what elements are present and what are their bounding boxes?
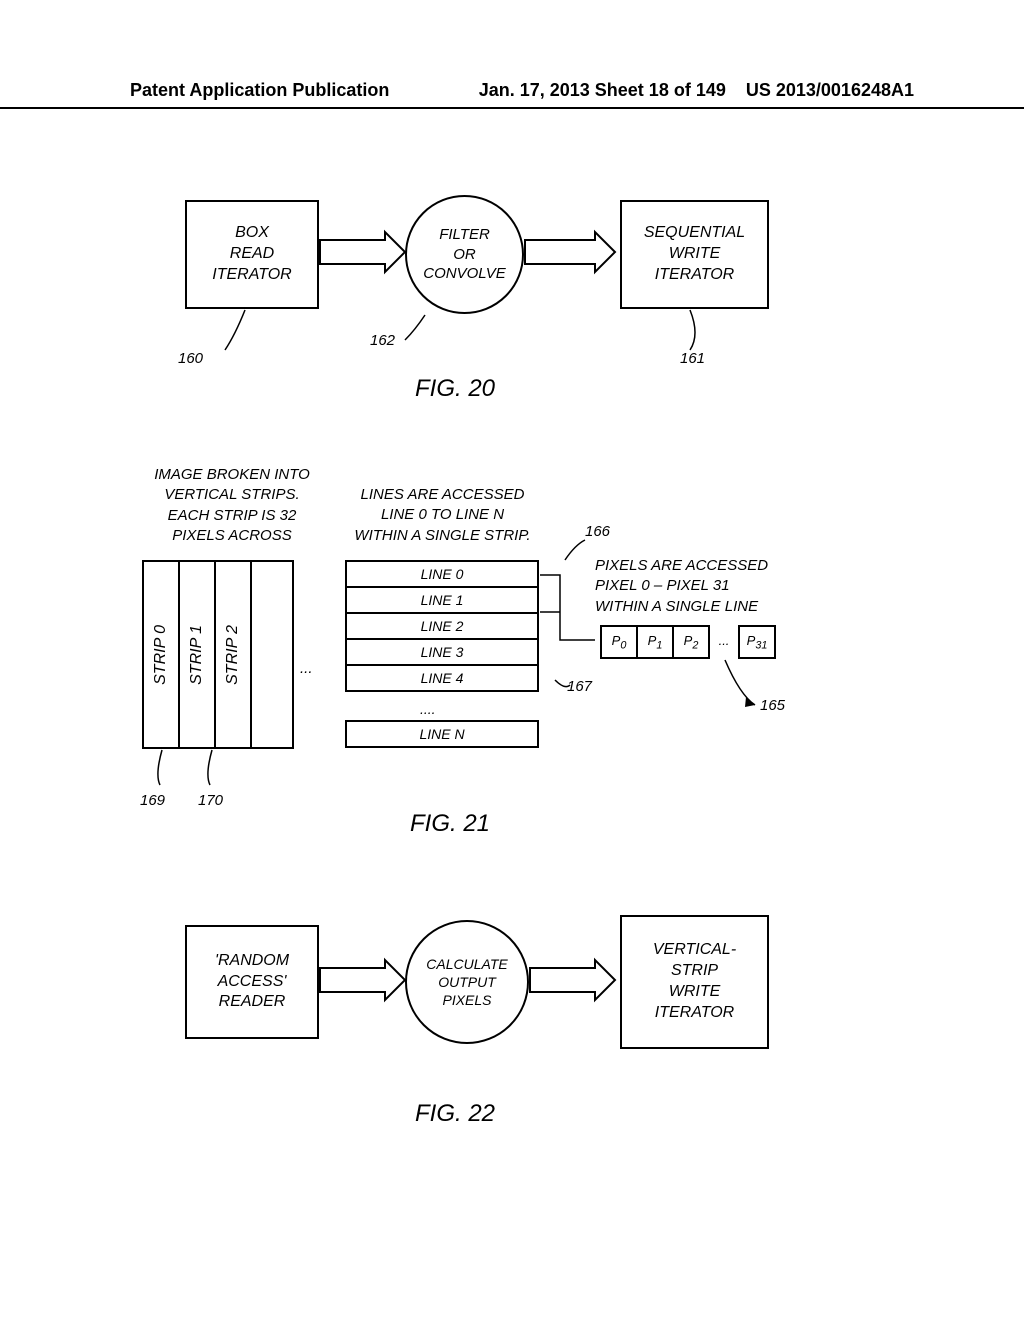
fig21-line-n: LINE N (345, 720, 539, 748)
fig21-caption-right: PIXELS ARE ACCESSED PIXEL 0 – PIXEL 31 W… (595, 556, 805, 617)
lines-dots: .... (420, 700, 436, 719)
line-2: LINE 2 (347, 614, 537, 640)
fig22-vstrip-write-iterator: VERTICAL- STRIP WRITE ITERATOR (620, 915, 769, 1049)
line-0: LINE 0 (347, 562, 537, 588)
strip-0: STRIP 0 (144, 562, 180, 747)
fig22-calculate-output: CALCULATE OUTPUT PIXELS (405, 920, 529, 1044)
page-header: Patent Application Publication Jan. 17, … (0, 80, 1024, 109)
header-left: Patent Application Publication (130, 80, 459, 101)
pixel-31: P31 (738, 625, 776, 659)
fig21-leads (0, 0, 1024, 900)
fig21-strips: STRIP 0 STRIP 1 STRIP 2 (142, 560, 294, 749)
fig20-box-read-iterator: BOX READ ITERATOR (185, 200, 319, 309)
fig20-box1-text: BOX READ ITERATOR (212, 223, 291, 285)
fig22-box1-text: 'RANDOM ACCESS' READER (215, 951, 289, 1013)
line-4: LINE 4 (347, 666, 537, 690)
fig20-label: FIG. 20 (415, 375, 495, 403)
fig22-box2-text: VERTICAL- STRIP WRITE ITERATOR (653, 940, 736, 1023)
ref-169: 169 (140, 792, 165, 809)
strip-2: STRIP 2 (216, 562, 252, 747)
pixel-1: P1 (636, 625, 674, 659)
ref-162: 162 (370, 332, 395, 349)
fig21-pixels: P0 P1 P2 ... P31 (600, 625, 776, 659)
strip-1: STRIP 1 (180, 562, 216, 747)
fig21-caption-mid: LINES ARE ACCESSED LINE 0 TO LINE N WITH… (340, 485, 545, 546)
ref-166: 166 (585, 523, 610, 540)
fig21-caption-left: IMAGE BROKEN INTO VERTICAL STRIPS. EACH … (132, 465, 332, 546)
header-right: US 2013/0016248A1 (746, 80, 914, 101)
ref-161: 161 (680, 350, 705, 367)
fig20-filter-convolve: FILTER OR CONVOLVE (405, 195, 524, 314)
line-n: LINE N (347, 722, 537, 746)
fig22-random-access-reader: 'RANDOM ACCESS' READER (185, 925, 319, 1039)
line-1: LINE 1 (347, 588, 537, 614)
fig20-seq-write-iterator: SEQUENTIAL WRITE ITERATOR (620, 200, 769, 309)
pixel-0: P0 (600, 625, 638, 659)
ref-170: 170 (198, 792, 223, 809)
fig20-circle-text: FILTER OR CONVOLVE (423, 225, 506, 284)
fig20-box2-text: SEQUENTIAL WRITE ITERATOR (644, 223, 745, 285)
fig22-label: FIG. 22 (415, 1100, 495, 1128)
line-3: LINE 3 (347, 640, 537, 666)
strips-dots: ... (300, 660, 313, 677)
fig21-lines-table: LINE 0 LINE 1 LINE 2 LINE 3 LINE 4 (345, 560, 539, 692)
header-center: Jan. 17, 2013 Sheet 18 of 149 (459, 80, 746, 101)
ref-165: 165 (760, 697, 785, 714)
fig22-circle-text: CALCULATE OUTPUT PIXELS (426, 955, 507, 1010)
strip-blank (252, 562, 292, 747)
ref-160: 160 (178, 350, 203, 367)
ref-167: 167 (567, 678, 592, 695)
pixel-gap: ... (710, 625, 738, 655)
pixel-2: P2 (672, 625, 710, 659)
fig21-label: FIG. 21 (410, 810, 490, 838)
